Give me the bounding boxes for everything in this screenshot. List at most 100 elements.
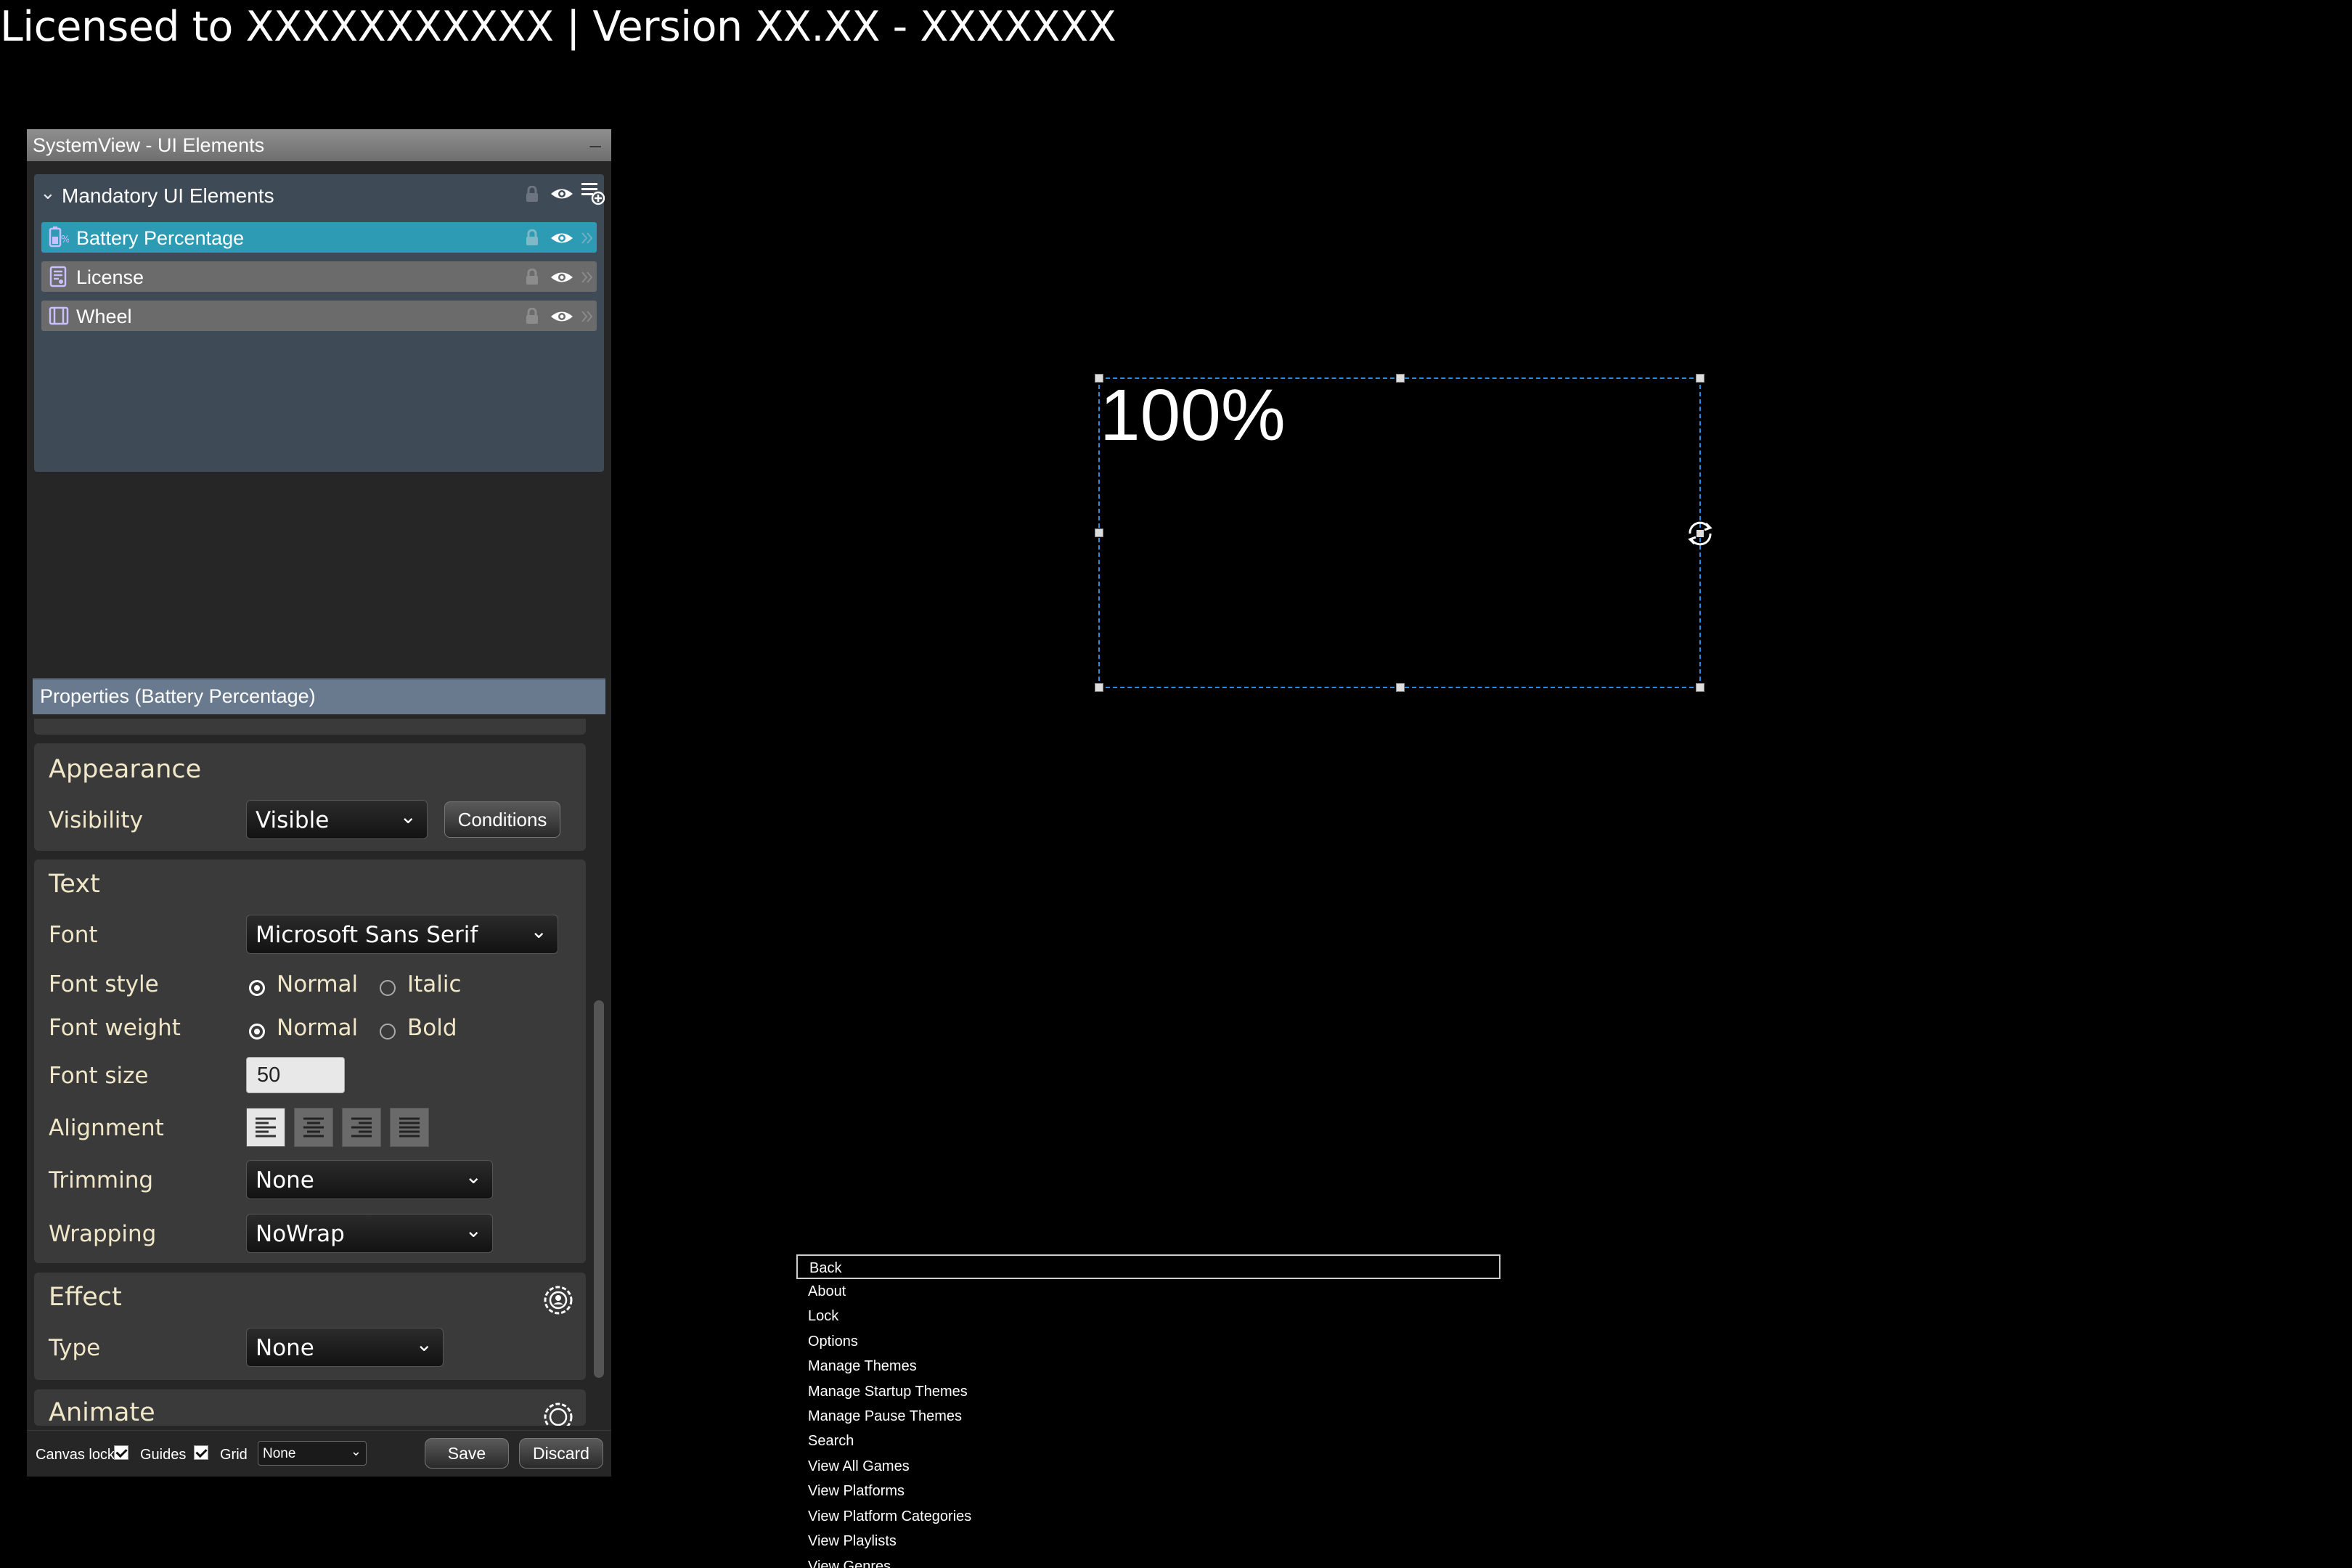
menu-item-view-playlists[interactable]: View Playlists [796,1529,1500,1553]
canvas-lock-checkbox[interactable] [114,1445,128,1460]
effect-settings-icon[interactable] [542,1284,574,1316]
list-item-wheel[interactable]: Wheel [41,301,597,331]
type-label: Type [49,1335,101,1361]
font-weight-normal-label: Normal [277,1015,359,1041]
menu-item-view-all-games[interactable]: View All Games [796,1454,1500,1479]
bottom-bar: Canvas lock Guides Grid None ⌄ Save Disc… [27,1430,611,1477]
save-button[interactable]: Save [425,1438,509,1469]
grid-select[interactable]: None ⌄ [258,1441,367,1466]
grid-label: Grid [220,1447,248,1463]
chevron-right-icon[interactable] [580,270,595,285]
appearance-card: Appearance Visibility Visible ⌄ Conditio… [34,743,586,851]
alignment-label: Alignment [49,1115,164,1141]
text-title: Text [49,870,100,899]
group-header[interactable]: ⌄ Mandatory UI Elements [34,174,605,215]
appearance-title: Appearance [49,755,202,784]
visibility-label: Visibility [49,807,143,833]
menu-item-about[interactable]: About [796,1279,1500,1304]
chevron-down-icon: ⌄ [465,1164,482,1188]
font-weight-normal-radio[interactable] [249,1024,265,1040]
conditions-button[interactable]: Conditions [444,801,560,838]
align-right-button[interactable] [342,1108,381,1147]
minimize-button[interactable]: – [589,134,601,157]
effect-type-select[interactable]: None ⌄ [246,1328,444,1367]
resize-handle-bottom-left[interactable] [1095,683,1103,692]
svg-text:%: % [61,234,69,245]
font-style-italic-label: Italic [407,971,462,997]
font-style-normal-radio[interactable] [249,980,265,996]
guides-checkbox[interactable] [194,1445,208,1460]
align-left-icon [256,1117,276,1138]
menu-item-view-genres[interactable]: View Genres [796,1554,1500,1568]
list-item-label: Wheel [76,306,132,327]
eye-icon[interactable] [550,229,574,248]
guides-label: Guides [140,1447,187,1463]
wrapping-label: Wrapping [49,1221,157,1247]
resize-handle-bottom-right[interactable] [1696,683,1704,692]
resize-handle-top[interactable] [1396,374,1405,383]
resize-handle-top-left[interactable] [1095,374,1103,383]
menu-item-options[interactable]: Options [796,1329,1500,1354]
properties-scrollbar[interactable] [594,1000,604,1378]
list-item-label: Battery Percentage [76,227,245,249]
list-item-license[interactable]: License [41,261,597,292]
font-style-label: Font style [49,971,159,997]
menu-item-lock[interactable]: Lock [796,1304,1500,1328]
wheel-icon [49,306,69,325]
resize-handle-bottom[interactable] [1396,683,1405,692]
discard-button[interactable]: Discard [519,1438,603,1469]
wrapping-select[interactable]: NoWrap ⌄ [246,1214,493,1253]
lock-icon[interactable] [524,186,540,203]
collapsed-card [34,719,586,735]
menu-item-view-platform-categories[interactable]: View Platform Categories [796,1504,1500,1529]
font-label: Font [49,922,98,948]
align-right-icon [351,1117,372,1138]
animate-card: Animate [34,1389,586,1426]
align-justify-icon [399,1117,420,1138]
selection-box[interactable] [1095,374,1704,692]
menu-item-manage-startup-themes[interactable]: Manage Startup Themes [796,1379,1500,1404]
group-title: Mandatory UI Elements [62,184,274,207]
mandatory-ui-elements-group: ⌄ Mandatory UI Elements Battery Percenta… [34,174,605,472]
align-center-icon [303,1117,324,1138]
font-size-input[interactable]: 50 [246,1057,345,1093]
font-weight-bold-radio[interactable] [380,1024,396,1040]
chevron-down-icon: ⌄ [399,804,417,828]
font-style-italic-radio[interactable] [380,980,396,996]
effect-title: Effect [49,1283,122,1312]
resize-handle-top-right[interactable] [1696,374,1704,383]
chevron-right-icon[interactable] [580,309,595,324]
battery-percentage-icon: % [49,226,69,248]
add-element-icon[interactable] [580,180,605,206]
menu-item-back[interactable]: Back [796,1254,1500,1279]
properties-header: Properties (Battery Percentage) [33,678,605,714]
trimming-select[interactable]: None ⌄ [246,1160,493,1199]
lock-icon[interactable] [524,308,540,325]
eye-icon[interactable] [550,307,574,326]
align-justify-button[interactable] [390,1108,429,1147]
rotate-icon[interactable] [1684,518,1716,550]
menu-item-manage-pause-themes[interactable]: Manage Pause Themes [796,1404,1500,1429]
chevron-down-icon[interactable]: ⌄ [40,181,56,204]
chevron-down-icon: ⌄ [530,919,547,943]
lock-icon[interactable] [524,269,540,286]
menu-item-search[interactable]: Search [796,1429,1500,1453]
list-item-battery-percentage[interactable]: % Battery Percentage [41,222,597,253]
menu-item-manage-themes[interactable]: Manage Themes [796,1354,1500,1379]
animate-settings-icon[interactable] [542,1401,574,1426]
lock-icon[interactable] [524,229,540,247]
align-left-button[interactable] [246,1108,285,1147]
eye-icon[interactable] [550,268,574,287]
resize-handle-left[interactable] [1095,528,1103,537]
properties-title: Properties (Battery Percentage) [40,685,316,707]
menu-item-view-platforms[interactable]: View Platforms [796,1479,1500,1503]
font-select[interactable]: Microsoft Sans Serif ⌄ [246,915,558,954]
license-banner: Licensed to XXXXXXXXXXX | Version XX.XX … [0,3,1116,51]
visibility-select[interactable]: Visible ⌄ [246,800,428,839]
systemview-title-bar[interactable]: SystemView - UI Elements – [27,129,611,161]
align-center-button[interactable] [294,1108,333,1147]
eye-icon[interactable] [550,184,574,203]
chevron-right-icon[interactable] [580,231,595,245]
chevron-down-icon: ⌄ [415,1332,433,1356]
chevron-down-icon: ⌄ [350,1444,362,1458]
